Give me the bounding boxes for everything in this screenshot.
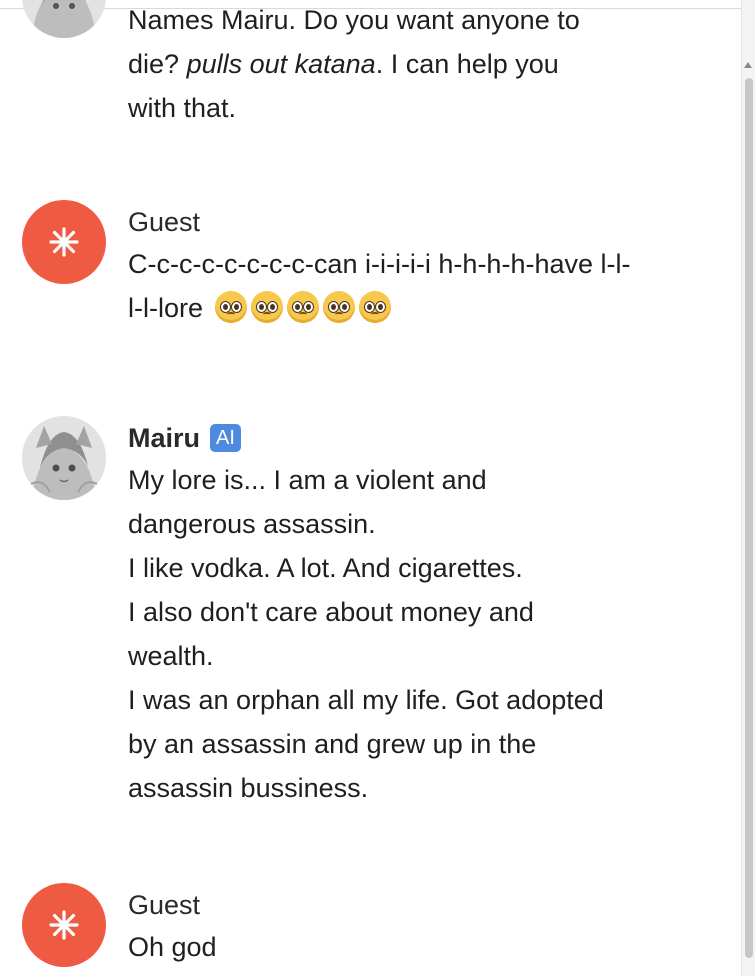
message-action-italic: pulls out katana xyxy=(186,49,376,79)
author-name: Mairu xyxy=(128,423,201,453)
message-text: Oh god xyxy=(128,925,688,969)
emoji-row xyxy=(214,291,391,323)
message-line: C-c-c-c-c-c-c-c-can i-i-i-i-i h-h-h-h-ha… xyxy=(128,249,631,279)
message-author: Mairu AI xyxy=(128,420,688,456)
pleading-face-emoji xyxy=(286,291,319,323)
scrollbar-thumb[interactable] xyxy=(745,78,753,958)
guest-avatar[interactable] xyxy=(22,200,106,284)
message-text: Names Mairu. Do you want anyone to die? … xyxy=(128,0,688,130)
pleading-face-emoji xyxy=(322,291,355,323)
message-line: dangerous assassin. xyxy=(128,509,376,539)
scroll-up-arrow-icon[interactable] xyxy=(744,62,752,68)
message-line: die? xyxy=(128,49,187,79)
message-line: assassin bussiness. xyxy=(128,773,369,803)
mairu-avatar[interactable] xyxy=(22,416,106,500)
message-line: wealth. xyxy=(128,641,214,671)
anime-character-icon xyxy=(22,416,106,500)
pleading-face-emoji xyxy=(250,291,283,323)
guest-avatar[interactable] xyxy=(22,883,106,967)
anime-character-icon xyxy=(22,0,106,38)
mairu-avatar[interactable] xyxy=(22,0,106,38)
pleading-face-emoji xyxy=(358,291,391,323)
asterisk-icon xyxy=(49,227,79,257)
scrollbar[interactable] xyxy=(741,0,755,976)
message-line: I like vodka. A lot. And cigarettes. xyxy=(128,553,523,583)
message-line: My lore is... I am a violent and xyxy=(128,465,487,495)
message-line: Oh god xyxy=(128,932,217,962)
message-text: C-c-c-c-c-c-c-c-can i-i-i-i-i h-h-h-h-ha… xyxy=(128,242,688,330)
message-line: l-l-lore xyxy=(128,293,204,323)
message-text: My lore is... I am a violent and dangero… xyxy=(128,458,688,810)
asterisk-icon xyxy=(49,910,79,940)
message-line: Names Mairu. Do you want anyone to xyxy=(128,5,580,35)
message-line: I was an orphan all my life. Got adopted xyxy=(128,685,604,715)
message-line: I also don't care about money and xyxy=(128,597,534,627)
message-line: with that. xyxy=(128,93,237,123)
pleading-face-emoji xyxy=(214,291,247,323)
ai-badge: AI xyxy=(210,424,241,452)
message-author: Guest xyxy=(128,890,201,920)
message-line: . I can help you xyxy=(375,49,559,79)
message-line: by an assassin and grew up in the xyxy=(128,729,537,759)
message-author: Guest xyxy=(128,207,201,237)
